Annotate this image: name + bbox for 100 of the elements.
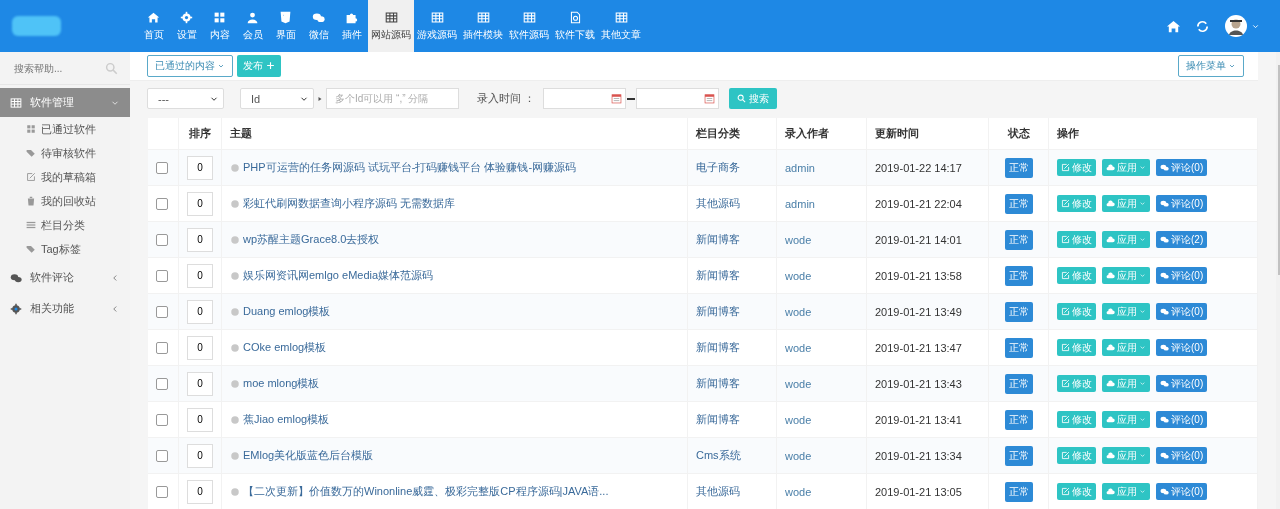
sidebar-item[interactable]: Tag标签 <box>0 237 130 261</box>
comments-button[interactable]: 评论(0) <box>1156 411 1208 428</box>
comments-button[interactable]: 评论(0) <box>1156 159 1208 176</box>
comments-button[interactable]: 评论(0) <box>1156 447 1208 464</box>
author-link[interactable]: wode <box>785 341 812 354</box>
order-input[interactable]: 0 <box>187 371 213 396</box>
author-link[interactable]: wode <box>785 449 812 462</box>
id-input[interactable]: 多个Id可以用 “,” 分隔 <box>326 88 459 110</box>
edit-icon <box>1061 343 1070 352</box>
date-field[interactable] <box>543 88 627 110</box>
nav-tab[interactable]: 内容 <box>203 0 236 52</box>
home-button[interactable] <box>1166 18 1181 34</box>
user-menu-button[interactable] <box>1224 14 1260 38</box>
nav-tab[interactable]: 其他文章 <box>598 0 644 52</box>
row-checkbox[interactable] <box>156 306 168 319</box>
author-link[interactable]: wode <box>785 233 812 246</box>
nav-tab[interactable]: 首页 <box>137 0 170 52</box>
category-link[interactable]: 新闻博客 <box>696 413 740 425</box>
order-input[interactable]: 0 <box>187 443 213 468</box>
title-link[interactable]: 娱乐网资讯网emlgo eMedia媒体范源码 <box>243 268 434 283</box>
edit-icon <box>1061 307 1070 316</box>
author-link[interactable]: wode <box>785 485 812 498</box>
filter-dropdown[interactable]: 已通过的内容 <box>147 54 233 77</box>
order-input[interactable]: 0 <box>187 155 213 180</box>
sidebar-group[interactable]: 软件评论 <box>0 263 130 292</box>
time-label: 录入时间 ： <box>477 91 536 107</box>
sidebar-item[interactable]: 栏目分类 <box>0 213 130 237</box>
sidebar-group[interactable]: 相关功能 <box>0 294 130 323</box>
sidebar-item[interactable]: 我的草稿箱 <box>0 165 130 189</box>
comments-button[interactable]: 评论(0) <box>1156 375 1208 392</box>
author-link[interactable]: wode <box>785 413 812 426</box>
author-link[interactable]: wode <box>785 269 812 282</box>
nav-tab[interactable]: 软件源码 <box>506 0 552 52</box>
comments-button[interactable]: 评论(2) <box>1156 231 1208 248</box>
order-input[interactable]: 0 <box>187 335 213 360</box>
order-input[interactable]: 0 <box>187 407 213 432</box>
comments-button[interactable]: 评论(0) <box>1156 303 1208 320</box>
table-cell: 2019-01-21 13:05 <box>875 485 962 498</box>
menu-dropdown[interactable]: 操作菜单 <box>1178 54 1244 77</box>
refresh-button[interactable] <box>1195 18 1210 34</box>
table-cell: 2019-01-21 22:04 <box>875 197 962 210</box>
row-checkbox[interactable] <box>156 450 168 463</box>
row-checkbox[interactable] <box>156 486 168 499</box>
sidebar-item[interactable]: 我的回收站 <box>0 189 130 213</box>
nav-tab[interactable]: 界面 <box>269 0 302 52</box>
category-link[interactable]: 新闻博客 <box>696 233 740 245</box>
title-link[interactable]: wp苏醒主题Grace8.0去授权 <box>243 232 380 247</box>
category-link[interactable]: 其他源码 <box>696 197 740 209</box>
row-checkbox[interactable] <box>156 234 168 247</box>
category-link[interactable]: 电子商务 <box>696 161 740 173</box>
row-checkbox[interactable] <box>156 162 168 175</box>
title-link[interactable]: 彩虹代刷网数据查询小程序源码 无需数据库 <box>243 196 456 211</box>
date-field[interactable] <box>636 88 720 110</box>
row-checkbox[interactable] <box>156 198 168 211</box>
nav-tab[interactable]: 会员 <box>236 0 269 52</box>
category-link[interactable]: 其他源码 <box>696 485 740 497</box>
category-link[interactable]: 新闻博客 <box>696 269 740 281</box>
status-badge: 正常 <box>1004 193 1033 214</box>
nav-tab[interactable]: 插件 <box>335 0 368 52</box>
title-link[interactable]: Duang emlog模板 <box>243 304 331 319</box>
cloud-icon <box>1106 271 1115 280</box>
comments-button[interactable]: 评论(0) <box>1156 339 1208 356</box>
author-link[interactable]: wode <box>785 305 812 318</box>
sidebar-item[interactable]: 待审核软件 <box>0 141 130 165</box>
row-checkbox[interactable] <box>156 270 168 283</box>
title-link[interactable]: 蕉Jiao emlog模板 <box>243 412 330 427</box>
nav-tab[interactable]: 插件模块 <box>460 0 506 52</box>
row-checkbox[interactable] <box>156 378 168 391</box>
order-input[interactable]: 0 <box>187 191 213 216</box>
order-input[interactable]: 0 <box>187 263 213 288</box>
order-input[interactable]: 0 <box>187 299 213 324</box>
category-link[interactable]: 新闻博客 <box>696 305 740 317</box>
nav-tab[interactable]: 设置 <box>170 0 203 52</box>
select-field[interactable]: --- <box>147 88 224 110</box>
author-link[interactable]: admin <box>785 161 815 174</box>
nav-tab[interactable]: 软件下载 <box>552 0 598 52</box>
comments-button[interactable]: 评论(0) <box>1156 483 1208 500</box>
select-field[interactable]: Id <box>240 88 314 110</box>
title-link[interactable]: 【二次更新】价值数万的Winonline威霆、极彩完整版CP程序源码|JAVA语... <box>243 484 609 499</box>
category-link[interactable]: Cms系统 <box>696 449 741 461</box>
nav-tab[interactable]: 微信 <box>302 0 335 52</box>
order-input[interactable]: 0 <box>187 227 213 252</box>
author-link[interactable]: admin <box>785 197 815 210</box>
category-link[interactable]: 新闻博客 <box>696 341 740 353</box>
title-link[interactable]: EMlog美化版蓝色后台模版 <box>243 448 374 463</box>
title-link[interactable]: moe mlong模板 <box>243 376 320 391</box>
row-checkbox[interactable] <box>156 414 168 427</box>
nav-tab[interactable]: 游戏源码 <box>414 0 460 52</box>
row-checkbox[interactable] <box>156 342 168 355</box>
order-input[interactable]: 0 <box>187 479 213 504</box>
sidebar-group[interactable]: 软件管理 <box>0 88 130 117</box>
title-link[interactable]: COke emlog模板 <box>243 340 327 355</box>
nav-tab[interactable]: 网站源码 <box>368 0 414 52</box>
author-link[interactable]: wode <box>785 377 812 390</box>
search-field[interactable]: 搜索帮助... <box>12 61 105 75</box>
sidebar-item[interactable]: 已通过软件 <box>0 117 130 141</box>
logo[interactable] <box>12 16 61 36</box>
comments-button[interactable]: 评论(0) <box>1156 267 1208 284</box>
comments-button[interactable]: 评论(0) <box>1156 195 1208 212</box>
category-link[interactable]: 新闻博客 <box>696 377 740 389</box>
